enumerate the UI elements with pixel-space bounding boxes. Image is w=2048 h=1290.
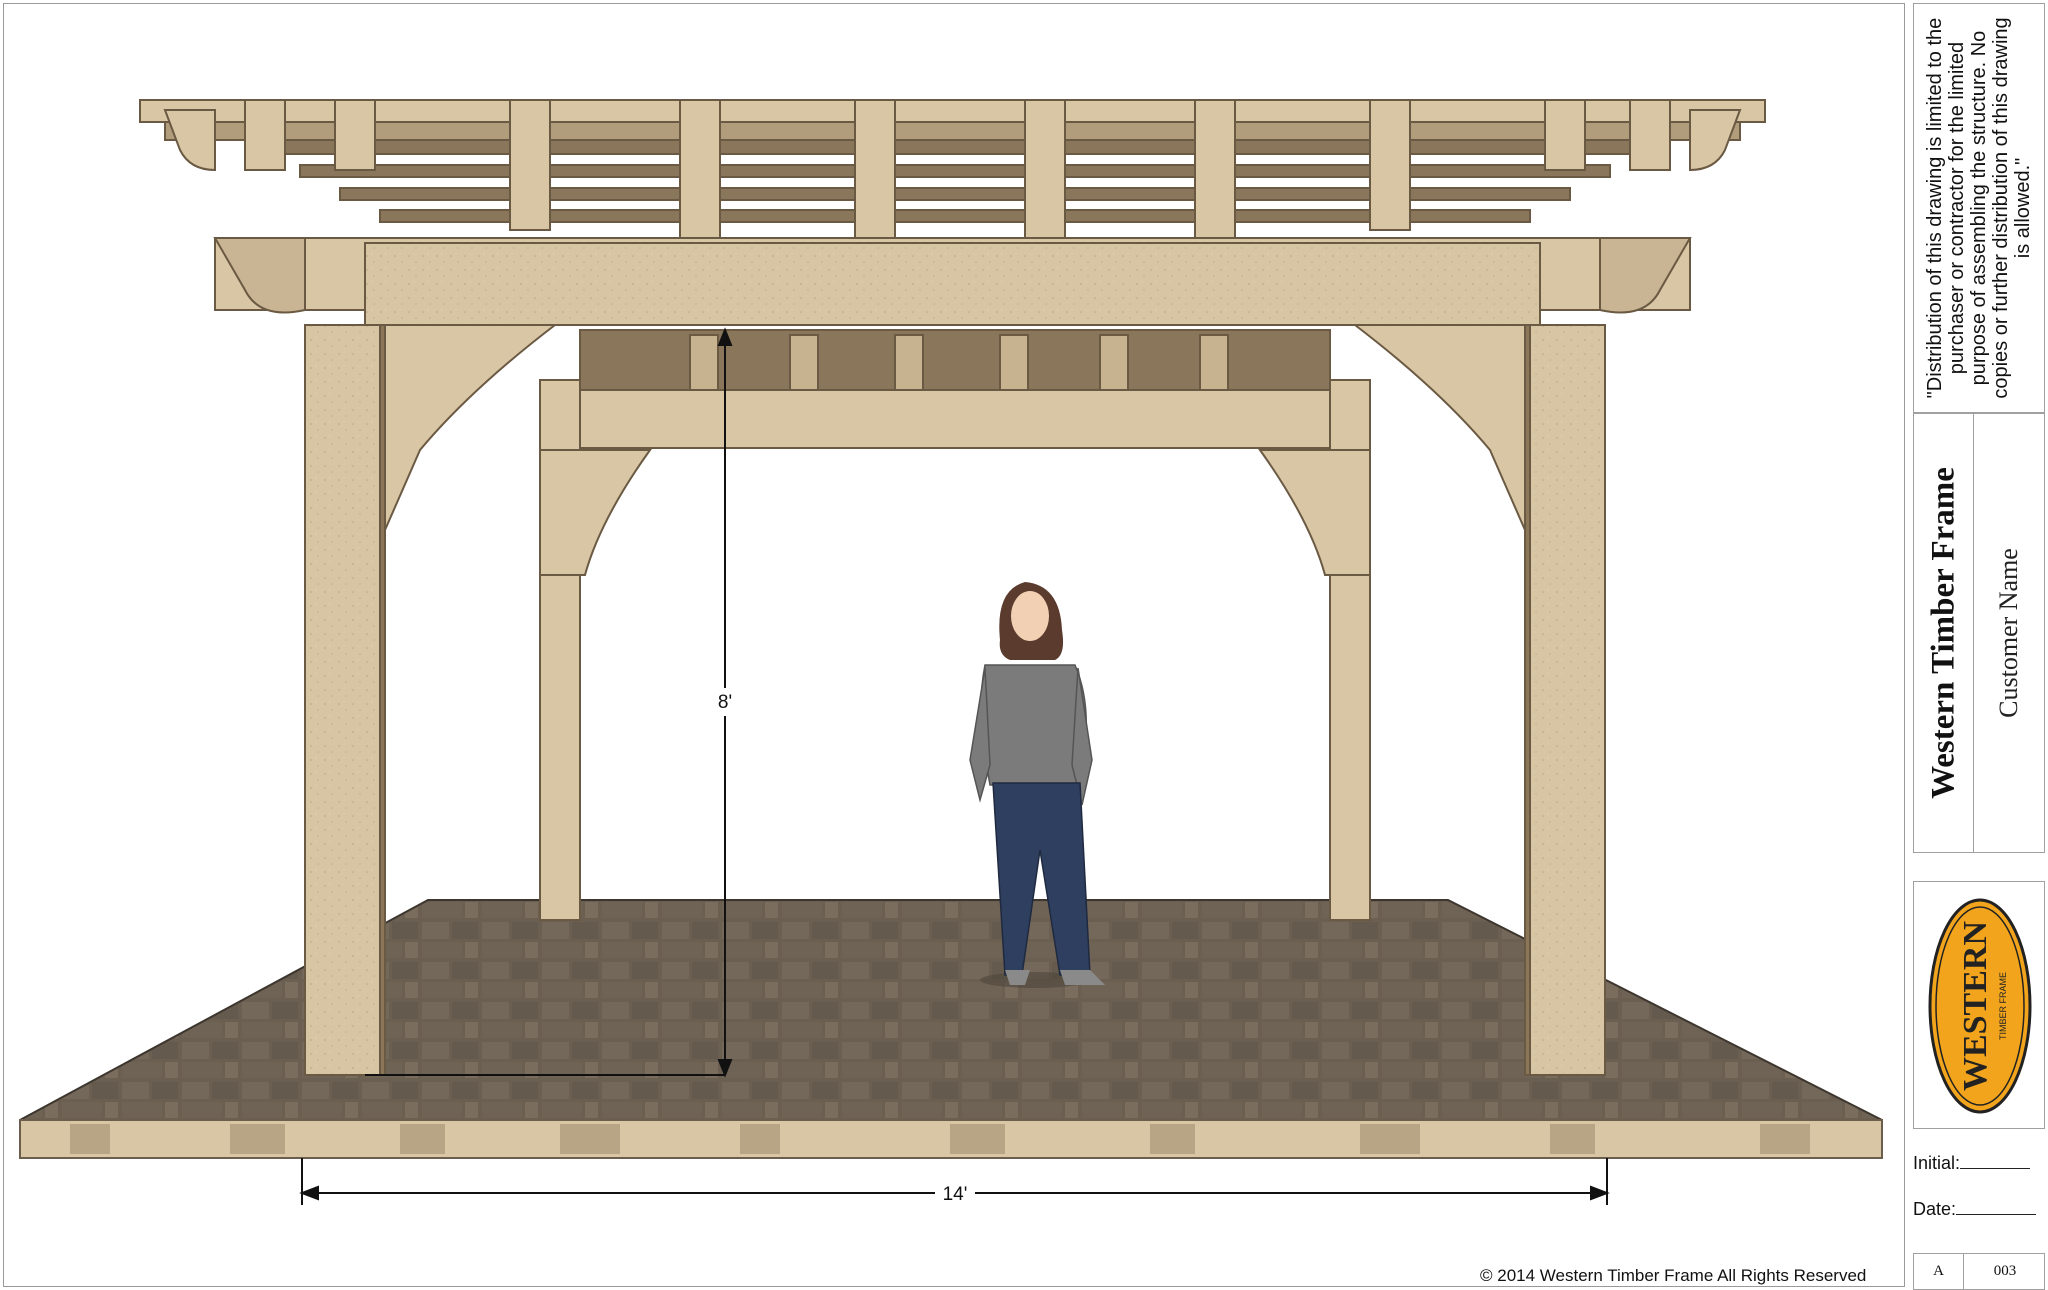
logo-subtext: TIMBER FRAME xyxy=(1998,972,2008,1040)
customer-name: Customer Name xyxy=(1994,548,2023,718)
title-block: "Distribution of this drawing is limited… xyxy=(1905,3,2045,1290)
logo-box: WESTERN TIMBER FRAME xyxy=(1913,881,2045,1129)
logo-wordmark: WESTERN xyxy=(1957,921,1994,1091)
western-timber-frame-logo: WESTERN TIMBER FRAME xyxy=(1928,898,2032,1114)
company-name: Western Timber Frame xyxy=(1925,467,1961,799)
date-field[interactable]: Date: xyxy=(1913,1199,2037,1220)
distribution-notice-box: "Distribution of this drawing is limited… xyxy=(1913,3,2045,413)
distribution-notice: "Distribution of this drawing is limited… xyxy=(1924,17,2034,399)
company-box: Western Timber Frame xyxy=(1913,413,1973,853)
date-line[interactable] xyxy=(1956,1200,2037,1215)
initial-label: Initial: xyxy=(1913,1153,1961,1173)
sheet-number-box: A 003 xyxy=(1913,1253,2045,1290)
customer-box: Customer Name xyxy=(1973,413,2045,853)
copyright-notice: © 2014 Western Timber Frame All Rights R… xyxy=(1480,1266,1867,1285)
drawing-frame xyxy=(3,3,1905,1287)
sheet-letter: A xyxy=(1914,1254,1964,1289)
initial-line[interactable] xyxy=(1960,1154,2031,1169)
initial-field[interactable]: Initial: xyxy=(1913,1153,2031,1174)
date-label: Date: xyxy=(1913,1199,1957,1219)
sheet-number: 003 xyxy=(1993,1263,2017,1279)
